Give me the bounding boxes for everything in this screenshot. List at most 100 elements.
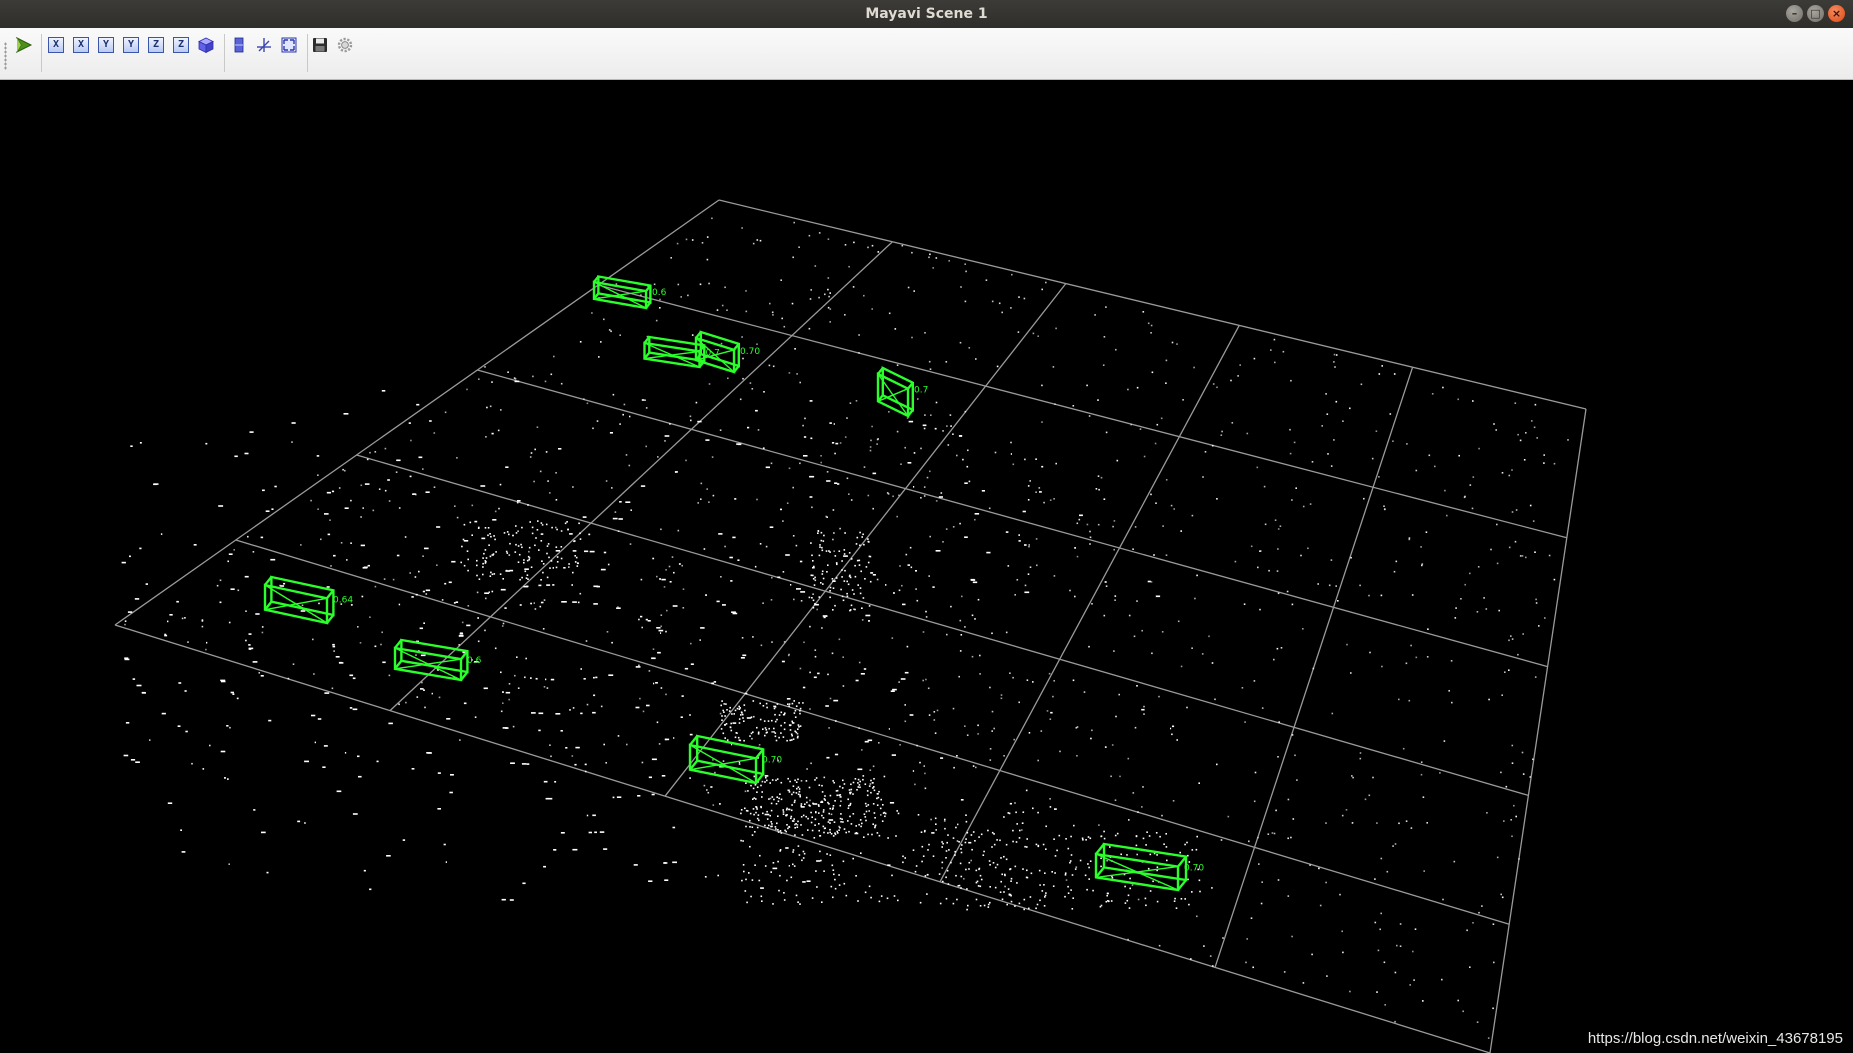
point [807, 829, 809, 831]
point [930, 414, 932, 416]
point [773, 798, 775, 801]
point [722, 604, 726, 606]
point [1199, 890, 1201, 893]
point [834, 887, 837, 890]
point [374, 645, 377, 648]
point [769, 797, 772, 800]
maximize-icon[interactable]: □ [1807, 5, 1824, 22]
point [1151, 371, 1154, 374]
point [1276, 570, 1279, 572]
point [1335, 354, 1338, 356]
point [1293, 441, 1296, 444]
grid-line [939, 325, 1240, 883]
point [965, 814, 967, 816]
point [1444, 489, 1446, 492]
point [1049, 798, 1051, 800]
point [830, 885, 833, 888]
point [764, 865, 767, 867]
configure-button[interactable] [334, 34, 356, 56]
point [795, 544, 798, 547]
point [637, 795, 641, 797]
minimize-icon[interactable]: – [1786, 5, 1803, 22]
point [508, 698, 510, 701]
view-z-neg-button[interactable]: Z [170, 34, 192, 56]
point [749, 845, 751, 848]
scene-viewport[interactable]: 0.60.70.700.70.640.60.700.70 [0, 80, 1853, 1053]
point [844, 314, 846, 316]
point [823, 870, 825, 872]
point [160, 533, 163, 535]
point [639, 697, 641, 700]
parallel-projection-button[interactable] [228, 34, 250, 56]
point [660, 625, 662, 628]
point [1342, 951, 1344, 954]
point [801, 834, 804, 836]
point [543, 686, 546, 688]
isometric-button[interactable] [195, 34, 217, 56]
view-z-pos-button[interactable]: Z [145, 34, 167, 56]
point [459, 632, 463, 634]
point [1511, 762, 1514, 764]
point [539, 470, 542, 473]
view-x-pos-button[interactable]: X [45, 34, 67, 56]
point [945, 897, 948, 900]
point [1291, 499, 1293, 501]
point [1064, 895, 1066, 898]
point [952, 837, 955, 839]
point [1055, 462, 1057, 465]
point [311, 714, 316, 717]
point [1091, 603, 1093, 605]
point [534, 608, 537, 610]
point [963, 878, 965, 880]
point [367, 564, 370, 567]
point [585, 640, 588, 642]
point [369, 888, 372, 891]
full-screen-button[interactable] [278, 34, 300, 56]
point [1405, 820, 1408, 822]
point [854, 575, 857, 578]
point [497, 429, 500, 432]
point [740, 711, 743, 713]
point [517, 530, 519, 532]
point [1177, 620, 1180, 623]
view-y-pos-button[interactable]: Y [95, 34, 117, 56]
point [839, 527, 841, 530]
point [960, 875, 963, 878]
point [1287, 837, 1289, 840]
point [663, 586, 666, 588]
point [823, 831, 825, 834]
point [455, 601, 459, 603]
view-x-neg-button[interactable]: X [70, 34, 92, 56]
point [1105, 900, 1108, 903]
point [1152, 880, 1154, 883]
point [541, 560, 543, 562]
point [506, 531, 509, 533]
point [817, 672, 820, 675]
view-y-neg-button[interactable]: Y [120, 34, 142, 56]
point [489, 533, 491, 535]
toolbar-grip[interactable] [4, 42, 7, 70]
point [746, 901, 748, 904]
point [829, 596, 831, 599]
point [1282, 350, 1285, 353]
point [1300, 554, 1302, 557]
interaction-button[interactable] [13, 34, 35, 56]
point [844, 569, 846, 572]
point [530, 452, 533, 454]
point [1005, 858, 1008, 861]
point [493, 573, 496, 575]
show-axes-button[interactable] [253, 34, 275, 56]
save-button[interactable] [309, 34, 331, 56]
point [817, 530, 820, 532]
point [829, 854, 832, 856]
point [945, 361, 948, 363]
point [949, 414, 952, 416]
close-icon[interactable]: × [1828, 5, 1845, 22]
point [776, 778, 779, 780]
point [859, 587, 862, 589]
point [831, 442, 835, 444]
point [1369, 651, 1371, 654]
point [1239, 364, 1241, 366]
lidar-scene[interactable]: 0.60.70.700.70.640.60.700.70 [0, 80, 1853, 1053]
detection-score: 0.7 [914, 386, 928, 396]
